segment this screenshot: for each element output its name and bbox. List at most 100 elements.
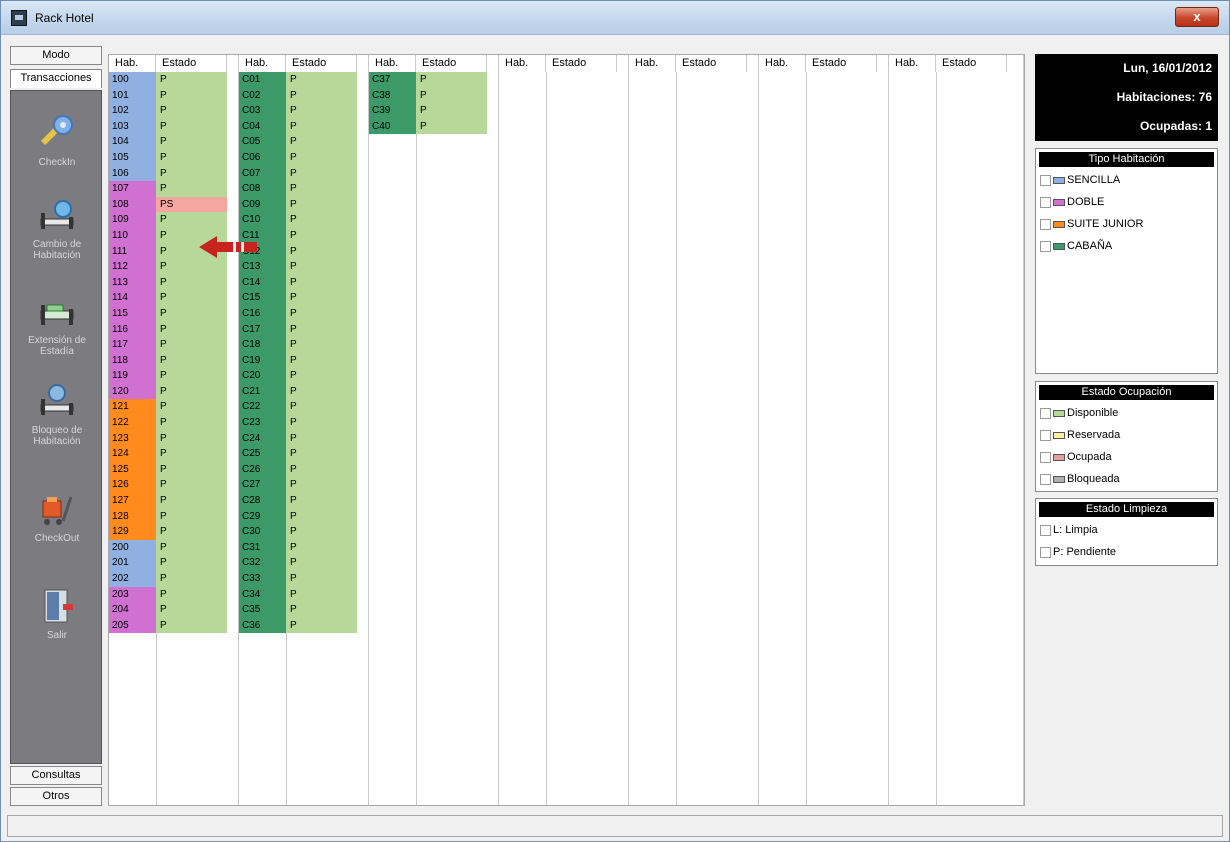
room-row[interactable]: C29 P [239,508,368,525]
room-number[interactable]: C33 [239,571,286,587]
room-row[interactable]: C25 P [239,446,368,462]
room-row[interactable]: C04 P [239,118,368,135]
room-status[interactable]: P [156,477,227,494]
room-row[interactable]: 106 P [109,165,238,182]
legend-checkbox[interactable] [1040,524,1051,536]
room-number[interactable]: C02 [239,87,286,104]
room-number[interactable]: 122 [109,415,156,431]
room-status[interactable]: P [156,274,227,291]
room-row[interactable]: C34 P [239,586,368,603]
room-number[interactable]: C36 [239,617,286,634]
room-status[interactable]: P [286,87,357,104]
room-status[interactable]: P [156,72,227,88]
room-number[interactable]: 204 [109,602,156,618]
legend-item[interactable]: Bloqueada [1036,468,1217,490]
room-status[interactable]: P [286,259,357,275]
room-row[interactable]: C38 P [369,87,498,104]
room-row[interactable]: 113 P [109,274,238,291]
room-status[interactable]: P [286,165,357,182]
room-number[interactable]: C21 [239,383,286,400]
room-status[interactable]: P [156,149,227,166]
room-status[interactable]: P [156,493,227,509]
tab-transacciones[interactable]: Transacciones [10,69,102,88]
room-status[interactable]: P [156,461,227,478]
legend-item[interactable]: SENCILLA [1036,169,1217,191]
room-number[interactable]: C28 [239,493,286,509]
room-row[interactable]: 203 P [109,586,238,603]
room-row[interactable]: C22 P [239,399,368,416]
room-row[interactable]: C16 P [239,305,368,322]
room-status[interactable]: P [156,383,227,400]
room-status[interactable]: P [416,72,487,88]
room-number[interactable]: C22 [239,399,286,416]
room-status[interactable]: P [286,352,357,369]
room-status[interactable]: P [286,290,357,306]
room-row[interactable]: C20 P [239,368,368,384]
room-status[interactable]: P [286,103,357,119]
room-status[interactable]: P [286,477,357,494]
room-row[interactable]: C13 P [239,259,368,275]
room-status[interactable]: P [286,539,357,556]
room-number[interactable]: 202 [109,571,156,587]
room-row[interactable]: 124 P [109,446,238,462]
room-number[interactable]: 124 [109,446,156,462]
room-number[interactable]: C20 [239,368,286,384]
room-row[interactable]: 105 P [109,149,238,166]
room-status[interactable]: P [156,399,227,416]
room-status[interactable]: P [286,368,357,384]
room-number[interactable]: 102 [109,103,156,119]
room-row[interactable]: 114 P [109,290,238,306]
room-number[interactable]: C17 [239,321,286,338]
room-number[interactable]: 200 [109,539,156,556]
room-status[interactable]: P [286,586,357,603]
room-status[interactable]: P [286,212,357,228]
room-status[interactable]: P [156,602,227,618]
room-number[interactable]: C24 [239,430,286,447]
room-status[interactable]: P [156,134,227,150]
room-row[interactable]: C18 P [239,337,368,353]
room-status[interactable]: P [416,87,487,104]
room-number[interactable]: 104 [109,134,156,150]
legend-checkbox[interactable] [1040,240,1051,252]
room-status[interactable]: P [156,430,227,447]
room-row[interactable]: C27 P [239,477,368,494]
checkin-button[interactable]: CheckIn [11,113,103,168]
legend-item[interactable]: Disponible [1036,402,1217,424]
room-row[interactable]: C30 P [239,524,368,540]
legend-item[interactable]: SUITE JUNIOR [1036,213,1217,235]
room-status[interactable]: P [286,227,357,244]
room-number[interactable]: C23 [239,415,286,431]
room-number[interactable]: C16 [239,305,286,322]
room-row[interactable]: C14 P [239,274,368,291]
room-row[interactable]: C35 P [239,602,368,618]
room-row[interactable]: 102 P [109,103,238,119]
room-number[interactable]: 109 [109,212,156,228]
room-row[interactable]: 100 P [109,72,238,88]
room-number[interactable]: 106 [109,165,156,182]
legend-item[interactable]: L: Limpia [1036,519,1217,541]
room-number[interactable]: C07 [239,165,286,182]
legend-checkbox[interactable] [1040,196,1051,208]
room-number[interactable]: C08 [239,181,286,197]
room-status[interactable]: P [156,446,227,462]
room-number[interactable]: C15 [239,290,286,306]
room-status[interactable]: P [286,305,357,322]
legend-checkbox[interactable] [1040,451,1051,463]
room-status[interactable]: P [286,602,357,618]
room-row[interactable]: 121 P [109,399,238,416]
room-row[interactable]: 202 P [109,571,238,587]
room-row[interactable]: 109 P [109,212,238,228]
room-number[interactable]: 107 [109,181,156,197]
room-status[interactable]: P [156,508,227,525]
close-button[interactable]: x [1175,7,1219,27]
legend-checkbox[interactable] [1040,218,1051,230]
room-row[interactable]: C03 P [239,103,368,119]
room-row[interactable]: 120 P [109,383,238,400]
legend-checkbox[interactable] [1040,407,1051,419]
room-row[interactable]: C37 P [369,72,498,88]
room-status[interactable]: P [286,493,357,509]
room-status[interactable]: P [286,134,357,150]
room-number[interactable]: 205 [109,617,156,634]
room-status[interactable]: P [286,149,357,166]
room-status[interactable]: P [286,181,357,197]
